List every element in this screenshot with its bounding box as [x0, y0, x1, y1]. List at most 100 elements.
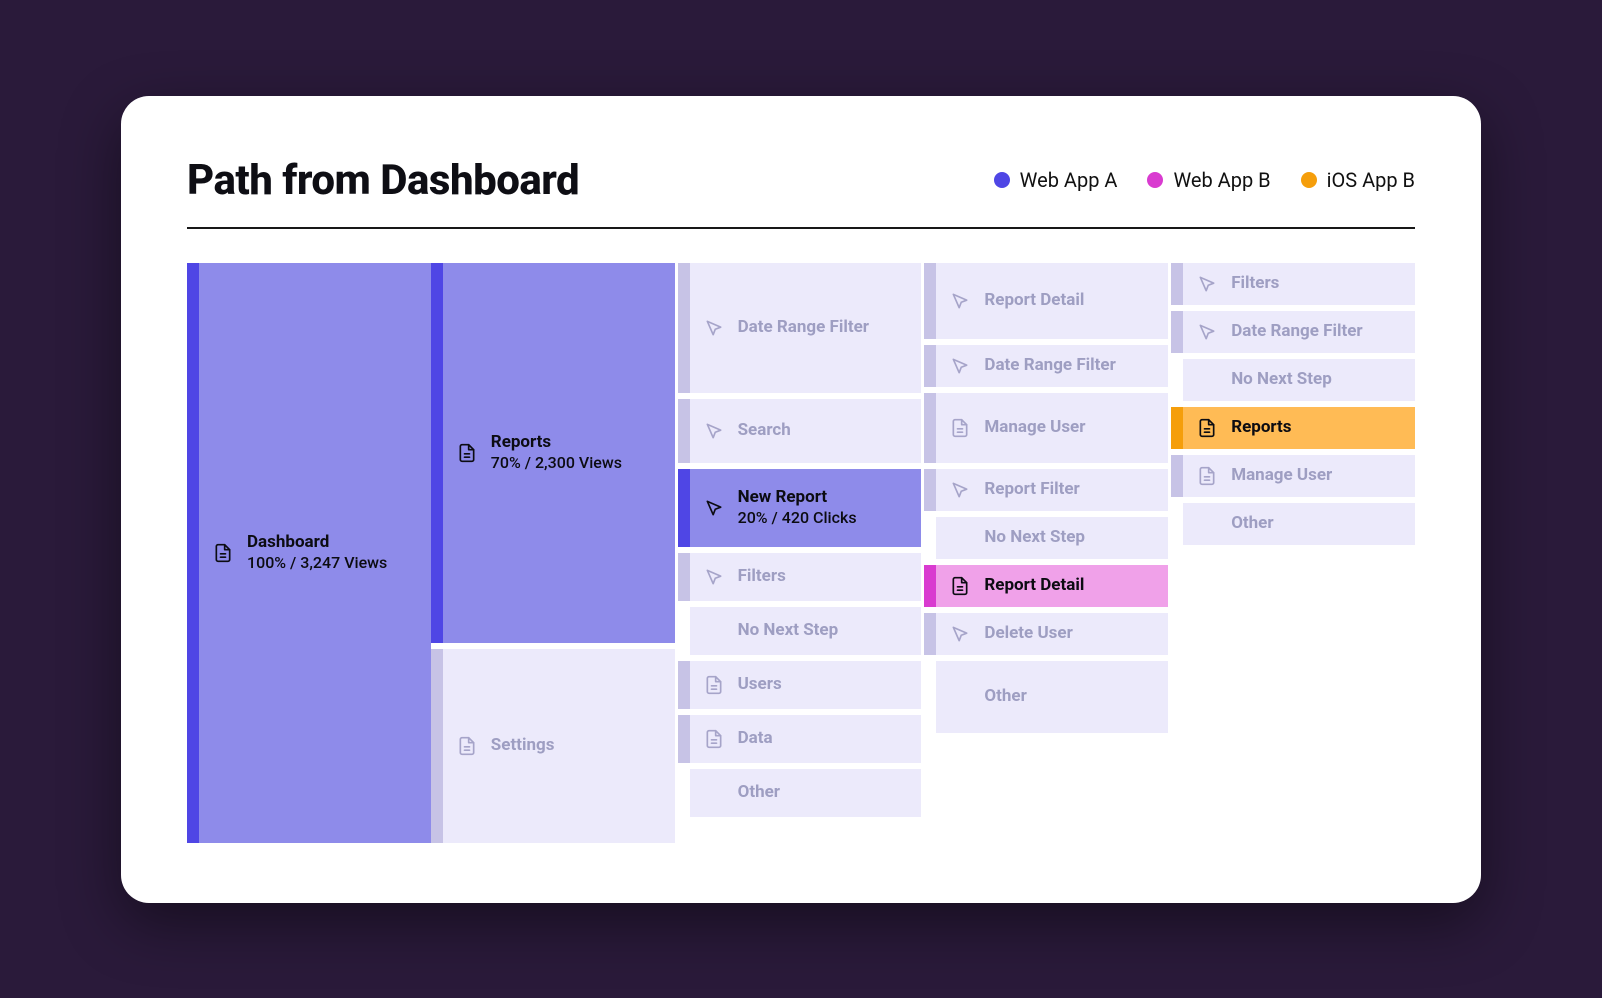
node-text: Manage User: [984, 417, 1085, 438]
path-node-date-range-filter-2[interactable]: Date Range Filter: [924, 345, 1168, 387]
path-node-reports[interactable]: Reports70% / 2,300 Views: [431, 263, 675, 643]
path-node-reports-2[interactable]: Reports: [1171, 407, 1415, 449]
node-body: Reports70% / 2,300 Views: [443, 263, 675, 643]
path-node-other-3[interactable]: Other: [1171, 503, 1415, 545]
path-node-other-2[interactable]: Other: [924, 661, 1168, 733]
node-label: No Next Step: [738, 620, 839, 641]
path-node-settings[interactable]: Settings: [431, 649, 675, 843]
node-body: No Next Step: [690, 607, 922, 655]
node-body: Data: [690, 715, 922, 763]
path-node-manage-user-1[interactable]: Manage User: [924, 393, 1168, 463]
node-bar: [924, 565, 936, 607]
node-bar: [678, 399, 690, 463]
cursor-icon: [950, 356, 970, 376]
node-label: Manage User: [984, 417, 1085, 438]
legend-color-dot: [994, 172, 1010, 188]
node-label: Date Range Filter: [738, 317, 869, 338]
node-label: Delete User: [984, 623, 1072, 644]
node-bar: [678, 553, 690, 601]
path-node-manage-user-2[interactable]: Manage User: [1171, 455, 1415, 497]
node-text: Delete User: [984, 623, 1072, 644]
path-node-no-next-step-3[interactable]: No Next Step: [1171, 359, 1415, 401]
path-node-no-next-step-1[interactable]: No Next Step: [678, 607, 922, 655]
node-subtext: 100% / 3,247 Views: [247, 553, 387, 573]
document-icon: [704, 675, 724, 695]
node-body: Settings: [443, 649, 675, 843]
path-node-users[interactable]: Users: [678, 661, 922, 709]
document-icon: [1197, 418, 1217, 438]
node-label: Users: [738, 674, 782, 695]
node-text: No Next Step: [984, 527, 1085, 548]
legend-item-web-app-b[interactable]: Web App B: [1147, 168, 1270, 192]
node-body: Delete User: [936, 613, 1168, 655]
path-node-search[interactable]: Search: [678, 399, 922, 463]
node-label: Dashboard: [247, 532, 387, 553]
legend: Web App A Web App B iOS App B: [994, 168, 1415, 192]
cursor-icon: [1197, 322, 1217, 342]
node-bar: [678, 469, 690, 547]
node-bar: [924, 393, 936, 463]
document-icon: [213, 543, 233, 563]
node-body: Date Range Filter: [1183, 311, 1415, 353]
node-label: No Next Step: [1231, 369, 1332, 390]
node-body: Dashboard100% / 3,247 Views: [199, 263, 431, 843]
node-label: Report Detail: [984, 575, 1084, 596]
node-label: No Next Step: [984, 527, 1085, 548]
path-node-other-1[interactable]: Other: [678, 769, 922, 817]
node-body: Users: [690, 661, 922, 709]
node-label: Reports: [491, 432, 622, 453]
cursor-icon: [704, 318, 724, 338]
path-node-dashboard[interactable]: Dashboard100% / 3,247 Views: [187, 263, 431, 843]
path-node-new-report[interactable]: New Report20% / 420 Clicks: [678, 469, 922, 547]
node-body: Filters: [690, 553, 922, 601]
node-bar: [431, 263, 443, 643]
document-icon: [950, 576, 970, 596]
node-text: Dashboard100% / 3,247 Views: [247, 532, 387, 573]
path-node-report-detail-2[interactable]: Report Detail: [924, 565, 1168, 607]
cursor-icon: [950, 291, 970, 311]
node-text: Reports: [1231, 417, 1291, 438]
node-bar: [431, 649, 443, 843]
document-icon: [457, 443, 477, 463]
node-subtext: 20% / 420 Clicks: [738, 508, 857, 528]
path-column-3: Date Range Filter SearchNew Report20% / 4…: [678, 263, 922, 817]
path-node-report-filter[interactable]: Report Filter: [924, 469, 1168, 511]
node-bar: [678, 661, 690, 709]
path-node-filters-1[interactable]: Filters: [678, 553, 922, 601]
path-node-no-next-step-2[interactable]: No Next Step: [924, 517, 1168, 559]
header: Path from Dashboard Web App A Web App B …: [187, 156, 1415, 229]
path-node-date-range-filter-3[interactable]: Date Range Filter: [1171, 311, 1415, 353]
path-node-filters-2[interactable]: Filters: [1171, 263, 1415, 305]
path-chart: Dashboard100% / 3,247 Views Reports70% / …: [187, 263, 1415, 843]
path-column-2: Reports70% / 2,300 Views Settings: [431, 263, 675, 843]
cursor-icon: [704, 498, 724, 518]
path-analysis-card: Path from Dashboard Web App A Web App B …: [121, 96, 1481, 903]
node-body: Date Range Filter: [936, 345, 1168, 387]
cursor-icon: [1197, 274, 1217, 294]
node-body: Report Detail: [936, 565, 1168, 607]
node-bar: [924, 345, 936, 387]
node-body: Date Range Filter: [690, 263, 922, 393]
path-node-data[interactable]: Data: [678, 715, 922, 763]
node-text: Filters: [1231, 273, 1279, 294]
node-text: Report Filter: [984, 479, 1079, 500]
node-bar: [924, 263, 936, 339]
path-node-report-detail-1[interactable]: Report Detail: [924, 263, 1168, 339]
legend-item-ios-app-b[interactable]: iOS App B: [1301, 168, 1415, 192]
legend-color-dot: [1301, 172, 1317, 188]
node-bar: [1171, 311, 1183, 353]
path-node-delete-user[interactable]: Delete User: [924, 613, 1168, 655]
node-body: Manage User: [1183, 455, 1415, 497]
node-text: Other: [738, 782, 780, 803]
node-text: Settings: [491, 735, 555, 756]
path-node-date-range-filter-1[interactable]: Date Range Filter: [678, 263, 922, 393]
legend-item-web-app-a[interactable]: Web App A: [994, 168, 1118, 192]
node-text: Report Detail: [984, 290, 1084, 311]
node-bar: [678, 263, 690, 393]
path-column-5: Filters Date Range Filter No Next Step Repo…: [1171, 263, 1415, 545]
node-text: Data: [738, 728, 773, 749]
node-body: Manage User: [936, 393, 1168, 463]
node-body: Reports: [1183, 407, 1415, 449]
node-text: Other: [984, 686, 1026, 707]
node-body: No Next Step: [1183, 359, 1415, 401]
